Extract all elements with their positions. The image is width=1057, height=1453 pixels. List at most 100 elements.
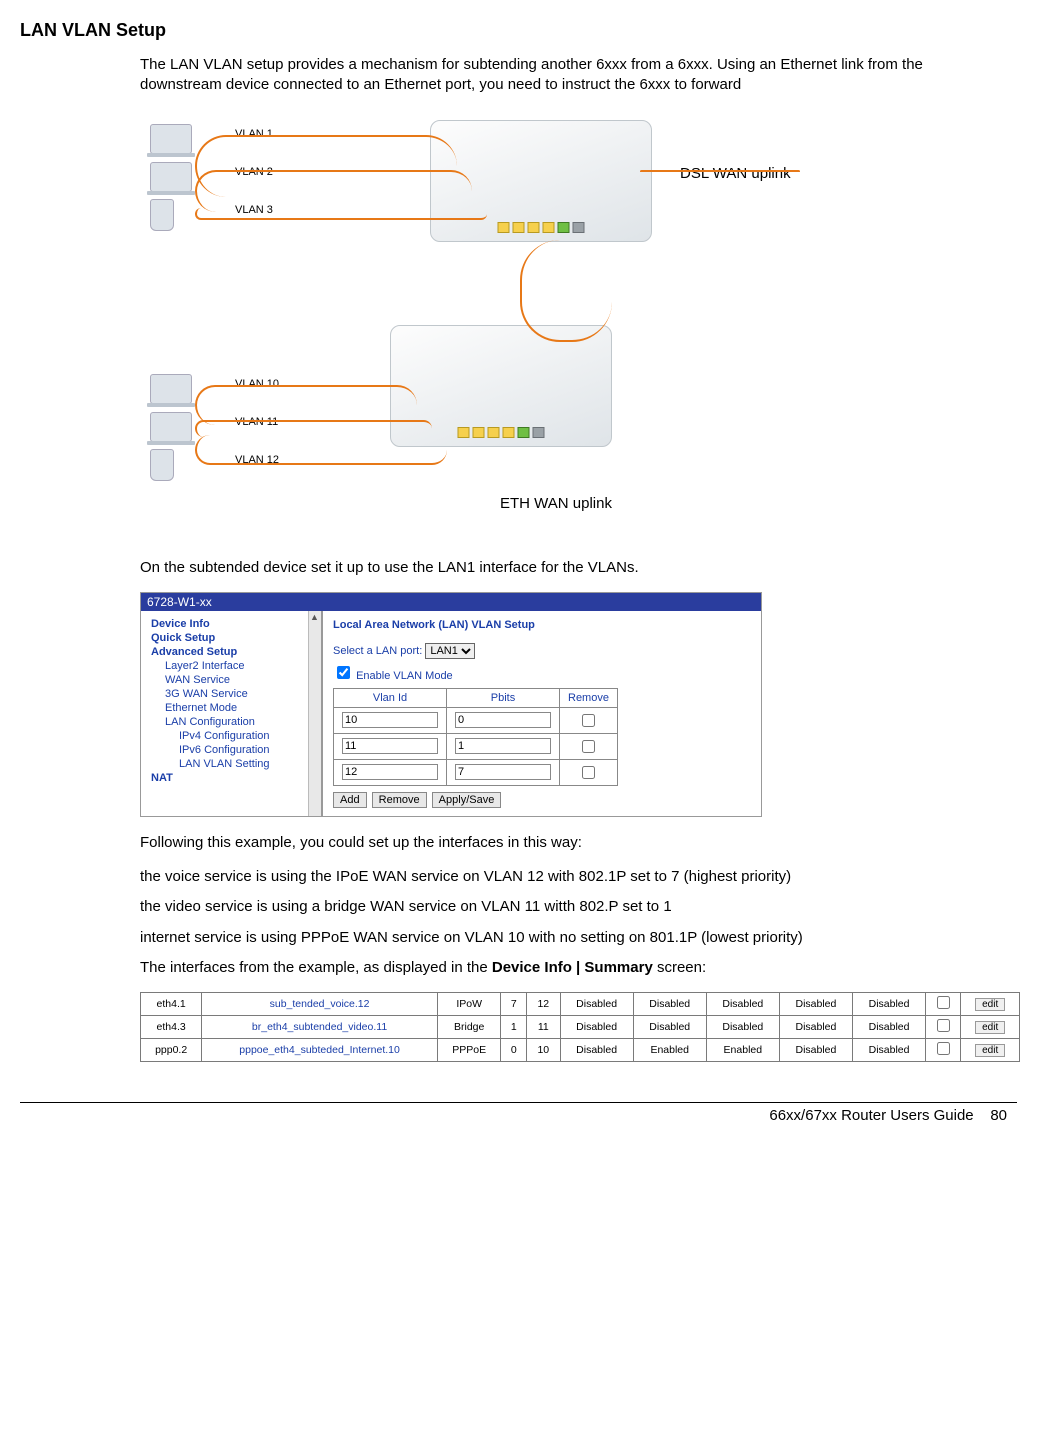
text-fragment: screen: xyxy=(653,959,706,976)
cell: Disabled xyxy=(633,1016,706,1039)
cell: Disabled xyxy=(633,993,706,1016)
service-list: the voice service is using the IPoE WAN … xyxy=(140,867,997,948)
list-item: the voice service is using the IPoE WAN … xyxy=(140,867,997,887)
enable-vlan-checkbox[interactable] xyxy=(337,666,350,679)
summary-table: eth4.1sub_tended_voice.12IPoW712Disabled… xyxy=(140,992,1020,1062)
vlan-id-input[interactable] xyxy=(342,764,438,780)
guide-title: 66xx/67xx Router Users Guide xyxy=(769,1107,973,1124)
cell: Disabled xyxy=(852,1016,925,1039)
after-diagram-text: On the subtended device set it up to use… xyxy=(140,558,997,578)
cell: Enabled xyxy=(633,1039,706,1062)
section-heading: LAN VLAN Setup xyxy=(20,20,1017,41)
nav-item[interactable]: IPv6 Configuration xyxy=(151,743,321,757)
cell: 11 xyxy=(527,1016,561,1039)
col-remove: Remove xyxy=(560,688,618,707)
remove-button[interactable]: Remove xyxy=(372,792,427,808)
remove-checkbox[interactable] xyxy=(582,766,595,779)
topology-diagram: DSL WAN uplink VLAN 1 VLAN 2 VLAN 3 ETH … xyxy=(140,110,900,540)
cell: PPPoE xyxy=(437,1039,501,1062)
table-row xyxy=(334,707,618,733)
remove-checkbox[interactable] xyxy=(582,714,595,727)
table-row xyxy=(334,759,618,785)
cell: Disabled xyxy=(852,993,925,1016)
cell: pppoe_eth4_subteded_Internet.10 xyxy=(202,1039,438,1062)
lan-vlan-screenshot: 6728-W1-xx Device InfoQuick SetupAdvance… xyxy=(140,592,762,817)
cell: 12 xyxy=(527,993,561,1016)
scrollbar[interactable] xyxy=(308,611,321,816)
edit-button[interactable]: edit xyxy=(975,998,1005,1011)
pbits-input[interactable] xyxy=(455,712,551,728)
cell: Disabled xyxy=(706,993,779,1016)
cell: Disabled xyxy=(560,993,633,1016)
cell: Bridge xyxy=(437,1016,501,1039)
vlan-id-input[interactable] xyxy=(342,738,438,754)
vlan-table: Vlan Id Pbits Remove xyxy=(333,688,618,786)
nav-item[interactable]: NAT xyxy=(151,771,321,785)
list-item: internet service is using PPPoE WAN serv… xyxy=(140,928,997,948)
row-checkbox[interactable] xyxy=(937,1019,950,1032)
remove-checkbox[interactable] xyxy=(582,740,595,753)
intro-paragraph: The LAN VLAN setup provides a mechanism … xyxy=(140,55,997,96)
edit-button[interactable]: edit xyxy=(975,1021,1005,1034)
nav-item[interactable]: Advanced Setup xyxy=(151,645,321,659)
nav-item[interactable]: 3G WAN Service xyxy=(151,687,321,701)
cell: Disabled xyxy=(560,1016,633,1039)
cell: Enabled xyxy=(706,1039,779,1062)
laptop-icon xyxy=(150,124,192,154)
cell: 10 xyxy=(527,1039,561,1062)
text-fragment: The interfaces from the example, as disp… xyxy=(140,959,492,976)
nav-item[interactable]: WAN Service xyxy=(151,673,321,687)
cell: ppp0.2 xyxy=(141,1039,202,1062)
cell: 1 xyxy=(501,1016,527,1039)
list-item: the video service is using a bridge WAN … xyxy=(140,897,997,917)
nav-item[interactable]: LAN Configuration xyxy=(151,715,321,729)
nav-item[interactable]: Quick Setup xyxy=(151,631,321,645)
laptop-icon xyxy=(150,412,192,442)
nav-item[interactable]: Device Info xyxy=(151,617,321,631)
eth-wan-label: ETH WAN uplink xyxy=(500,495,612,512)
screen-name: Device Info | Summary xyxy=(492,959,653,976)
table-row: eth4.3br_eth4_subtended_video.11Bridge11… xyxy=(141,1016,1020,1039)
nav-item[interactable]: IPv4 Configuration xyxy=(151,729,321,743)
pbits-input[interactable] xyxy=(455,738,551,754)
laptop-icon xyxy=(150,374,192,404)
dsl-wan-label: DSL WAN uplink xyxy=(680,165,791,182)
before-ss2-text: The interfaces from the example, as disp… xyxy=(140,958,997,978)
cell: Disabled xyxy=(779,993,852,1016)
footer-rule xyxy=(20,1102,1017,1103)
cell: Disabled xyxy=(779,1016,852,1039)
col-vlan-id: Vlan Id xyxy=(334,688,447,707)
cell: eth4.1 xyxy=(141,993,202,1016)
cell: Disabled xyxy=(779,1039,852,1062)
cell: Disabled xyxy=(706,1016,779,1039)
enable-vlan-label: Enable VLAN Mode xyxy=(356,670,453,682)
lan-port-select[interactable]: LAN1 xyxy=(425,643,475,659)
page-number: 80 xyxy=(990,1107,1007,1124)
page-footer: 66xx/67xx Router Users Guide 80 xyxy=(20,1107,1017,1124)
nav-tree: Device InfoQuick SetupAdvanced SetupLaye… xyxy=(141,611,323,816)
cell: Disabled xyxy=(560,1039,633,1062)
apply-save-button[interactable]: Apply/Save xyxy=(432,792,502,808)
cell: br_eth4_subtended_video.11 xyxy=(202,1016,438,1039)
vlan-id-input[interactable] xyxy=(342,712,438,728)
pbits-input[interactable] xyxy=(455,764,551,780)
table-row: eth4.1sub_tended_voice.12IPoW712Disabled… xyxy=(141,993,1020,1016)
nav-item[interactable]: Ethernet Mode xyxy=(151,701,321,715)
add-button[interactable]: Add xyxy=(333,792,367,808)
window-title: 6728-W1-xx xyxy=(141,593,761,611)
phone-icon xyxy=(150,199,174,231)
nav-item[interactable]: LAN VLAN Setting xyxy=(151,757,321,771)
table-row: ppp0.2pppoe_eth4_subteded_Internet.10PPP… xyxy=(141,1039,1020,1062)
edit-button[interactable]: edit xyxy=(975,1044,1005,1057)
table-row xyxy=(334,733,618,759)
nav-item[interactable]: Layer2 Interface xyxy=(151,659,321,673)
cell: 7 xyxy=(501,993,527,1016)
laptop-icon xyxy=(150,162,192,192)
col-pbits: Pbits xyxy=(447,688,560,707)
after-ss1-text: Following this example, you could set up… xyxy=(140,833,997,853)
cell: 0 xyxy=(501,1039,527,1062)
cell: IPoW xyxy=(437,993,501,1016)
cell: sub_tended_voice.12 xyxy=(202,993,438,1016)
row-checkbox[interactable] xyxy=(937,1042,950,1055)
row-checkbox[interactable] xyxy=(937,996,950,1009)
